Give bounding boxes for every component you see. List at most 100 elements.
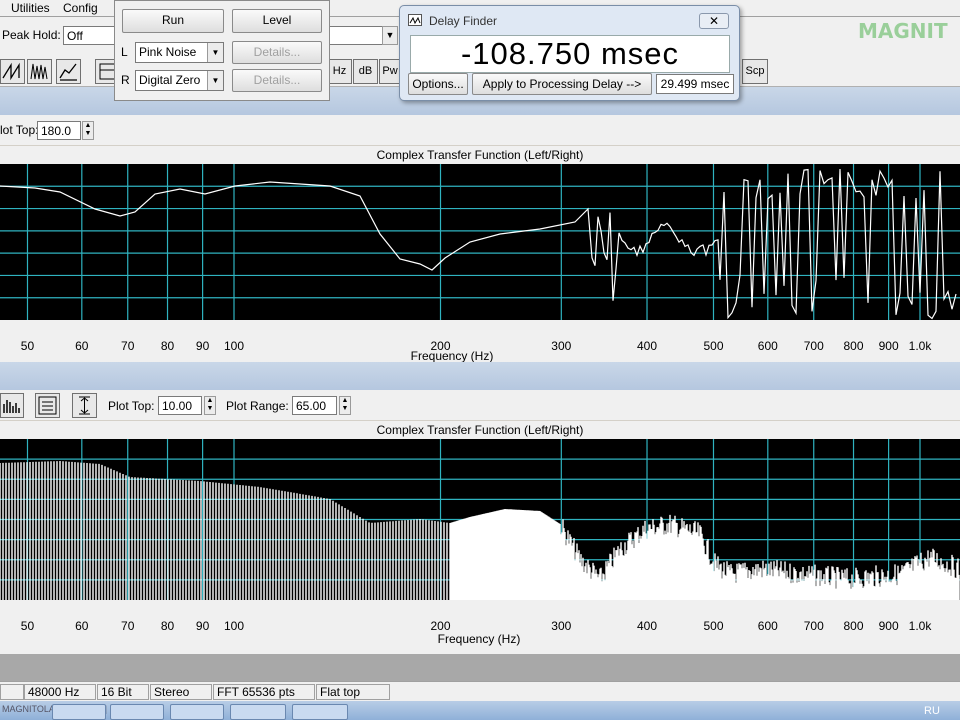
top-plot-title: Complex Transfer Function (Left/Right) (0, 146, 960, 164)
top-plot-canvas (0, 164, 960, 320)
left-signal-dropdown-icon[interactable]: ▼ (207, 43, 223, 62)
plot-range-label: Plot Range: (226, 399, 289, 413)
right-signal-select[interactable]: Digital Zero ▼ (135, 70, 224, 91)
menu-utilities[interactable]: Utilities (11, 1, 50, 15)
x-tick-label: 400 (636, 339, 658, 353)
sawtooth-icon[interactable] (0, 59, 25, 84)
bottom-plot-top-spinner-icon[interactable]: ▲ ▼ (204, 396, 216, 415)
sawtooth-glyph-icon (2, 62, 20, 81)
x-tick-label: 700 (803, 339, 824, 353)
delay-finder-window: Delay Finder ✕ -108.750 msec Options... … (399, 5, 740, 101)
magnitude-bars (0, 461, 960, 600)
bottom-plot-title: Complex Transfer Function (Left/Right) (0, 421, 960, 439)
x-tick-label: 200 (430, 619, 451, 633)
right-signal-dropdown-icon[interactable]: ▼ (207, 71, 223, 90)
top-plot-top-spinner-icon[interactable]: ▲ ▼ (82, 121, 94, 140)
x-tick-label: 90 (195, 619, 210, 633)
status-sample-rate: 48000 Hz (24, 684, 96, 700)
x-tick-label: 70 (121, 339, 135, 353)
x-tick-label: 60 (75, 619, 89, 633)
spectrogram-glyph-icon (59, 63, 77, 81)
plot-separator (0, 362, 960, 390)
x-tick-label: 60 (75, 339, 89, 353)
power-button[interactable]: Pw (379, 59, 401, 84)
delay-finder-app-icon (408, 14, 422, 26)
waterfall-glyph-icon (30, 63, 48, 80)
hz-button[interactable]: Hz (327, 59, 352, 84)
taskbar-language[interactable]: RU (924, 705, 940, 717)
spectrogram-icon[interactable] (56, 59, 81, 84)
taskbar-app-4[interactable] (230, 704, 286, 720)
delay-value-display: -108.750 msec (410, 35, 730, 73)
left-details-button[interactable]: Details... (232, 41, 322, 64)
plot-range-spinner-icon[interactable]: ▲ ▼ (339, 396, 351, 415)
top-plot-controls: lot Top: 180.0 ▲ ▼ (0, 115, 960, 145)
db-button[interactable]: dB (353, 59, 378, 84)
bar-graph-icon[interactable] (0, 393, 24, 418)
x-tick-label: 800 (843, 339, 864, 353)
x-tick-label: 500 (703, 619, 724, 633)
status-window: Flat top (316, 684, 390, 700)
run-button[interactable]: Run (122, 9, 224, 33)
generator-panel: Run Level L Pink Noise ▼ Details... R Di… (114, 0, 330, 101)
left-signal-value: Pink Noise (139, 45, 197, 59)
right-details-button[interactable]: Details... (232, 69, 322, 92)
x-tick-label: 600 (757, 619, 778, 633)
close-icon[interactable]: ✕ (699, 13, 729, 29)
phase-trace (0, 168, 957, 320)
top-plot-area (0, 164, 960, 320)
x-tick-label: 900 (878, 619, 899, 633)
bottom-plot-canvas (0, 439, 960, 600)
bottom-plot-x-title: Frequency (Hz) (437, 632, 521, 646)
bottom-plot-controls: Plot Top: 10.00 ▲ ▼ Plot Range: 65.00 ▲ ▼ (0, 390, 960, 420)
empty-panel (0, 654, 960, 681)
taskbar-speaker-icon[interactable] (292, 704, 348, 720)
status-cell-blank (0, 684, 24, 700)
x-tick-label: 90 (195, 339, 210, 353)
top-plot-top-label: lot Top: (0, 123, 39, 137)
x-tick-label: 1.0k (908, 339, 932, 353)
x-tick-label: 100 (223, 619, 245, 633)
status-fft: FFT 65536 pts (213, 684, 315, 700)
left-channel-label: L (121, 45, 128, 59)
x-tick-label: 1.0k (908, 619, 932, 633)
x-tick-label: 70 (121, 619, 135, 633)
top-plot-x-axis: Frequency (Hz) 50 60 70 80 90 100 200 300 400 500… (0, 320, 960, 363)
right-signal-value: Digital Zero (139, 73, 201, 87)
waterfall-icon[interactable] (27, 59, 52, 84)
processing-delay-value: 29.499 msec (656, 74, 734, 94)
x-tick-label: 800 (843, 619, 864, 633)
apply-delay-button[interactable]: Apply to Processing Delay --> (472, 73, 652, 95)
left-signal-select[interactable]: Pink Noise ▼ (135, 42, 224, 63)
peak-hold-select[interactable]: Off (63, 26, 115, 45)
taskbar-app-3[interactable] (170, 704, 224, 720)
taskbar-app-2[interactable] (110, 704, 164, 720)
right-channel-label: R (121, 73, 130, 87)
x-tick-label: 300 (551, 339, 572, 353)
x-tick-label: 500 (703, 339, 724, 353)
peak-hold-label: Peak Hold: (2, 28, 61, 42)
range-icon[interactable] (72, 393, 97, 418)
range-glyph-icon (79, 396, 90, 415)
level-button[interactable]: Level (232, 9, 322, 33)
options-button[interactable]: Options... (408, 73, 468, 95)
list-view-glyph-icon (38, 396, 57, 415)
x-tick-label: 50 (20, 339, 35, 353)
x-tick-label: 600 (757, 339, 778, 353)
bottom-plot-area (0, 439, 960, 600)
taskbar: MAGNITOLAE.ORG[I.RU] [.NET] RU (0, 701, 960, 720)
scope-button[interactable]: Scp (742, 59, 768, 84)
taskbar-app-1[interactable] (52, 704, 106, 720)
menu-config[interactable]: Config (63, 1, 98, 15)
top-plot-top-input[interactable]: 180.0 (37, 121, 81, 140)
x-tick-label: 100 (223, 339, 245, 353)
bottom-plot-top-label: Plot Top: (108, 399, 155, 413)
top-plot-x-title: Frequency (Hz) (410, 349, 494, 363)
status-bar: 48000 Hz 16 Bit Stereo FFT 65536 pts Fla… (0, 681, 960, 701)
x-tick-label: 300 (551, 619, 572, 633)
analyzer-select-arrow-icon[interactable]: ▼ (382, 26, 398, 45)
list-view-icon[interactable] (35, 393, 60, 418)
bottom-plot-top-input[interactable]: 10.00 (158, 396, 202, 415)
plot-range-input[interactable]: 65.00 (292, 396, 337, 415)
logo: MAGNIT (858, 19, 948, 43)
